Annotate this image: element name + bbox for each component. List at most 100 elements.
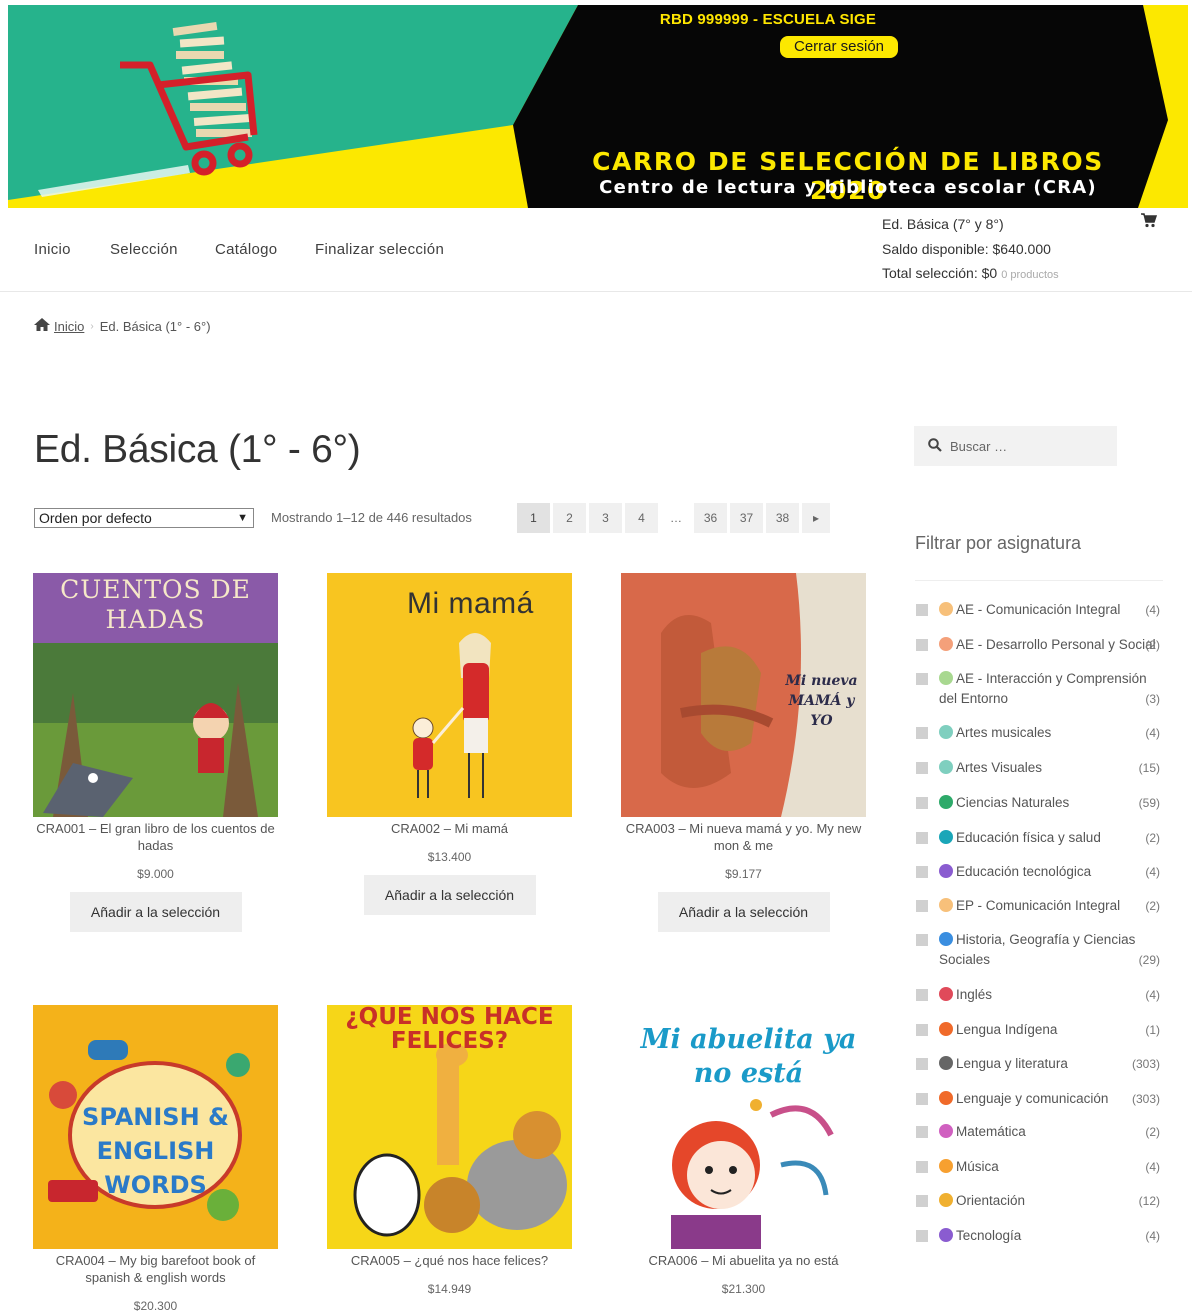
product-image[interactable]: Mi abuelita ya no está [621, 1005, 866, 1249]
filter-count: (59) [1138, 795, 1160, 810]
logout-button[interactable]: Cerrar sesión [780, 36, 898, 58]
page-number-button[interactable]: 37 [730, 503, 763, 533]
filter-checkbox[interactable] [916, 1160, 928, 1173]
subject-color-dot-icon [939, 724, 953, 739]
filter-count: (12) [1138, 1194, 1160, 1208]
product-card: CUENTOS DE HADAS CRA001 – El gran libro … [33, 573, 278, 932]
orderby-selected-value: Orden por defecto [39, 510, 152, 526]
subject-filter-item[interactable]: Inglés (4) [914, 985, 1162, 1005]
filter-checkbox[interactable] [916, 865, 928, 878]
product-price: $20.300 [133, 1299, 178, 1313]
nav-item-seleccion[interactable]: Selección [110, 241, 178, 258]
page-number-button[interactable]: 3 [589, 503, 622, 533]
page-number-button[interactable]: 38 [766, 503, 799, 533]
cart-icon[interactable] [1141, 213, 1158, 233]
filter-count: (2) [1145, 830, 1160, 845]
product-name[interactable]: CRA003 – Mi nueva mamá y yo. My new mon … [621, 820, 866, 854]
filter-label: Ciencias Naturales [956, 794, 1070, 810]
product-image[interactable]: Mi nueva MAMÁ y YO [621, 573, 866, 817]
filter-label: AE - Comunicación Integral [956, 602, 1121, 617]
product-image[interactable]: CUENTOS DE HADAS [33, 573, 278, 817]
search-field[interactable]: Buscar … [914, 426, 1117, 466]
add-to-selection-button[interactable]: Añadir a la selección [69, 892, 242, 932]
cart-summary[interactable]: Ed. Básica (7° y 8°) Saldo disponible: $… [882, 212, 1059, 288]
subject-filter-item[interactable]: Ciencias Naturales (59) [914, 793, 1162, 813]
subject-filter-item[interactable]: Educación física y salud (2) [914, 828, 1162, 848]
subject-filter-item[interactable]: Música (4) [914, 1157, 1162, 1177]
subject-color-dot-icon [939, 897, 953, 912]
cover-title: ¿QUE NOS HACE FELICES? [345, 1005, 554, 1054]
filter-checkbox[interactable] [916, 1058, 928, 1070]
subject-filter-item[interactable]: AE - Desarrollo Personal y Social (2) [914, 635, 1162, 655]
product-name[interactable]: CRA005 – ¿qué nos hace felices? [327, 1252, 572, 1269]
filter-label: Inglés [956, 986, 993, 1002]
page-number-button[interactable]: 36 [694, 503, 727, 533]
subject-color-dot-icon [939, 670, 953, 685]
filter-count: (303) [1131, 1091, 1160, 1106]
filter-count: (2) [1145, 898, 1160, 913]
subject-color-dot-icon [939, 829, 953, 844]
orderby-select[interactable]: Orden por defecto ▼ [34, 508, 254, 528]
filter-title: Filtrar por asignatura [915, 533, 1082, 553]
filter-checkbox[interactable] [916, 1229, 928, 1242]
filter-checkbox[interactable] [916, 899, 928, 912]
product-name[interactable]: CRA004 – My big barefoot book of spanish… [33, 1252, 278, 1286]
filter-checkbox[interactable] [916, 933, 928, 946]
filter-checkbox[interactable] [916, 761, 928, 774]
filter-checkbox[interactable] [916, 1092, 928, 1105]
subject-color-dot-icon [939, 1056, 953, 1070]
add-to-selection-button[interactable]: Añadir a la selección [363, 875, 536, 915]
breadcrumb-current: Ed. Básica (1° - 6°) [99, 318, 211, 334]
filter-checkbox[interactable] [916, 1023, 928, 1036]
subject-filter-item[interactable]: AE - Comunicación Integral (4) [914, 600, 1162, 620]
filter-label: AE - Desarrollo Personal y Social [956, 636, 1156, 652]
subject-color-dot-icon [939, 602, 953, 616]
subject-filter-item[interactable]: EP - Comunicación Integral (2) [914, 896, 1162, 916]
subject-color-dot-icon [939, 636, 953, 651]
subject-color-dot-icon [939, 1158, 953, 1173]
product-image[interactable]: ¿QUE NOS HACE FELICES? [327, 1005, 572, 1249]
breadcrumb-home-link[interactable]: Inicio [54, 319, 84, 334]
product-price: $13.400 [427, 850, 472, 864]
subject-filter-item[interactable]: Tecnología (4) [914, 1226, 1162, 1246]
filter-checkbox[interactable] [916, 638, 928, 651]
page-number-button[interactable]: 1 [517, 503, 550, 533]
filter-checkbox[interactable] [916, 831, 928, 844]
subject-filter-item[interactable]: AE - Interacción y Comprensión del Entor… [914, 669, 1162, 709]
filter-checkbox[interactable] [916, 988, 928, 1001]
page-number-button[interactable]: 4 [625, 503, 658, 533]
subject-color-dot-icon [939, 1193, 953, 1207]
next-page-icon[interactable]: ▸ [802, 503, 830, 533]
product-price: $9.177 [725, 867, 762, 881]
subject-filter-item[interactable]: Lengua y literatura (303) [914, 1054, 1162, 1074]
subject-filter-item[interactable]: Educación tecnológica (4) [914, 862, 1162, 882]
product-name[interactable]: CRA002 – Mi mamá [327, 820, 572, 837]
product-price: $14.949 [427, 1282, 472, 1296]
nav-item-finalizar[interactable]: Finalizar selección [315, 241, 444, 258]
product-name[interactable]: CRA006 – Mi abuelita ya no está [621, 1252, 866, 1269]
subject-filter-item[interactable]: Matemática (2) [914, 1122, 1162, 1142]
subject-filter-item[interactable]: Artes Visuales (15) [914, 758, 1162, 778]
subject-filter-item[interactable]: Artes musicales (4) [914, 723, 1162, 743]
filter-checkbox[interactable] [916, 1195, 928, 1207]
subject-color-dot-icon [939, 1090, 953, 1105]
subject-filter-item[interactable]: Orientación (12) [914, 1191, 1162, 1211]
filter-checkbox[interactable] [916, 796, 928, 809]
add-to-selection-button[interactable]: Añadir a la selección [657, 892, 830, 932]
subject-filter-item[interactable]: Lenguaje y comunicación (303) [914, 1089, 1162, 1109]
main-navigation: Inicio Selección Catálogo Finalizar sele… [0, 208, 1192, 292]
product-name[interactable]: CRA001 – El gran libro de los cuentos de… [33, 820, 278, 854]
product-image[interactable]: Mi mamá [327, 573, 572, 817]
filter-checkbox[interactable] [916, 726, 928, 739]
product-image[interactable]: SPANISH & ENGLISH WORDS [33, 1005, 278, 1249]
subject-filter-item[interactable]: Lengua Indígena (1) [914, 1020, 1162, 1040]
subject-filter-item[interactable]: Historia, Geografía y Ciencias Sociales(… [914, 930, 1162, 970]
page-title: Ed. Básica (1° - 6°) [34, 428, 361, 471]
nav-item-catalogo[interactable]: Catálogo [215, 241, 277, 258]
nav-item-inicio[interactable]: Inicio [34, 241, 71, 258]
filter-checkbox[interactable] [916, 1126, 928, 1138]
page-number-button[interactable]: 2 [553, 503, 586, 533]
filter-checkbox[interactable] [916, 672, 928, 685]
breadcrumb: Inicio › Ed. Básica (1° - 6°) [34, 318, 211, 334]
filter-checkbox[interactable] [916, 604, 928, 616]
